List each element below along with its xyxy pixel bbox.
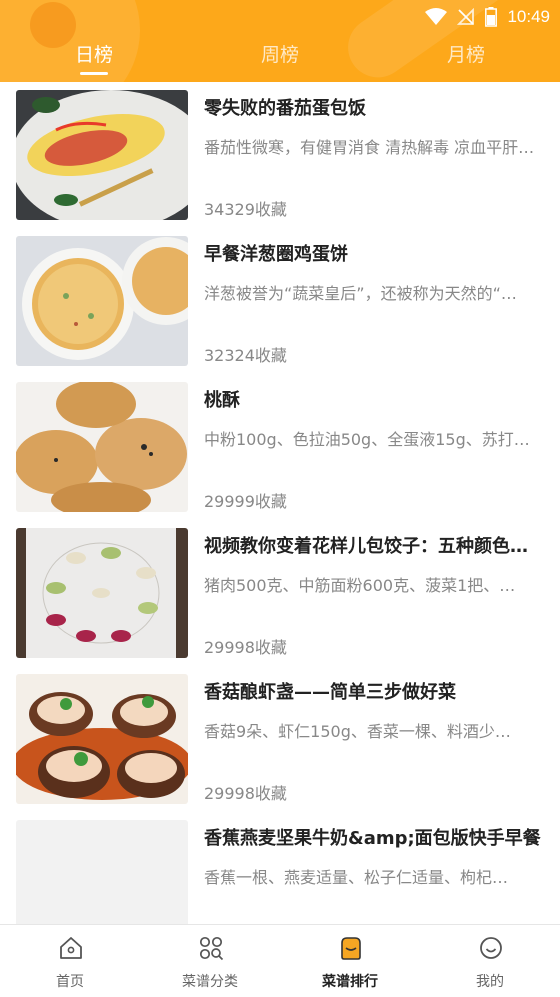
profile-icon [480,937,502,959]
list-item[interactable]: 视频教你变着花样儿包饺子：五种颜色饺子… 猪肉500克、中筋面粉600克、菠菜1… [0,520,560,666]
favorite-count: 34329收藏 [204,200,287,219]
recipe-image [16,236,188,366]
favorite-count: 29999收藏 [204,492,287,511]
battery-icon [485,7,498,27]
recipe-title: 零失败的番茄蛋包饭 [204,98,366,119]
active-tab-indicator [80,72,108,75]
bottom-navigation: 首页 菜谱分类 菜谱排行 我的 [0,924,560,997]
nav-category[interactable]: 菜谱分类 [140,925,280,997]
ranking-icon [341,937,361,960]
recipe-description: 中粉100g、色拉油50g、全蛋液15g、苏打粉… [204,430,544,449]
recipe-image [16,528,188,658]
nav-home[interactable]: 首页 [0,925,140,997]
list-item[interactable]: 零失败的番茄蛋包饭 番茄性微寒，有健胃消食 清热解毒 凉血平肝… 34329收藏 [0,82,560,228]
recipe-description: 番茄性微寒，有健胃消食 清热解毒 凉血平肝… [204,138,535,157]
favorite-count: 29998收藏 [204,784,287,803]
list-item[interactable]: 香菇酿虾盏——简单三步做好菜 香菇9朵、虾仁150g、香菜一棵、料酒少… 299… [0,666,560,812]
nav-label: 我的 [476,974,504,990]
no-signal-icon [457,8,475,25]
list-item[interactable]: 桃酥 中粉100g、色拉油50g、全蛋液15g、苏打粉… 29999收藏 [0,374,560,520]
recipe-title: 香蕉燕麦坚果牛奶&amp;面包版快手早餐 [204,828,541,849]
recipe-image [16,90,188,220]
nav-label: 菜谱排行 [322,974,378,990]
recipe-description: 洋葱被誉为“蔬菜皇后”，还被称为天然的“… [204,284,517,303]
recipe-image [16,382,188,512]
list-item[interactable]: 早餐洋葱圈鸡蛋饼 洋葱被誉为“蔬菜皇后”，还被称为天然的“… 32324收藏 [0,228,560,374]
tab-monthly[interactable]: 月榜 [416,40,516,67]
nav-label: 菜谱分类 [182,974,238,990]
category-icon [199,936,224,961]
clock: 10:49 [507,7,550,26]
wifi-icon [425,8,448,25]
ranking-tabs: 日榜 周榜 月榜 [0,38,560,78]
recipe-description: 香菇9朵、虾仁150g、香菜一棵、料酒少… [204,722,511,741]
recipe-title: 早餐洋葱圈鸡蛋饼 [204,244,348,265]
status-bar: 10:49 [425,4,550,30]
recipe-title: 香菇酿虾盏——简单三步做好菜 [204,682,456,703]
tab-weekly[interactable]: 周榜 [230,40,330,67]
recipe-description: 香蕉一根、燕麦适量、松子仁适量、枸杞… [204,868,509,887]
nav-ranking[interactable]: 菜谱排行 [280,925,420,997]
recipe-description: 猪肉500克、中筋面粉600克、菠菜1把、… [204,576,516,595]
home-icon [60,937,82,959]
recipe-image-placeholder [16,820,188,924]
header-bar: 10:49 日榜 周榜 月榜 [0,0,560,82]
recipe-image [16,674,188,804]
favorite-count: 29998收藏 [204,638,287,657]
recipe-title: 桃酥 [204,390,240,411]
list-item[interactable]: 香蕉燕麦坚果牛奶&amp;面包版快手早餐 香蕉一根、燕麦适量、松子仁适量、枸杞… [0,812,560,924]
recipe-title: 视频教你变着花样儿包饺子：五种颜色饺子… [204,536,544,557]
recipe-ranking-list[interactable]: 零失败的番茄蛋包饭 番茄性微寒，有健胃消食 清热解毒 凉血平肝… 34329收藏… [0,82,560,924]
tab-daily[interactable]: 日榜 [44,40,144,67]
nav-profile[interactable]: 我的 [420,925,560,997]
nav-label: 首页 [56,974,84,990]
favorite-count: 32324收藏 [204,346,287,365]
